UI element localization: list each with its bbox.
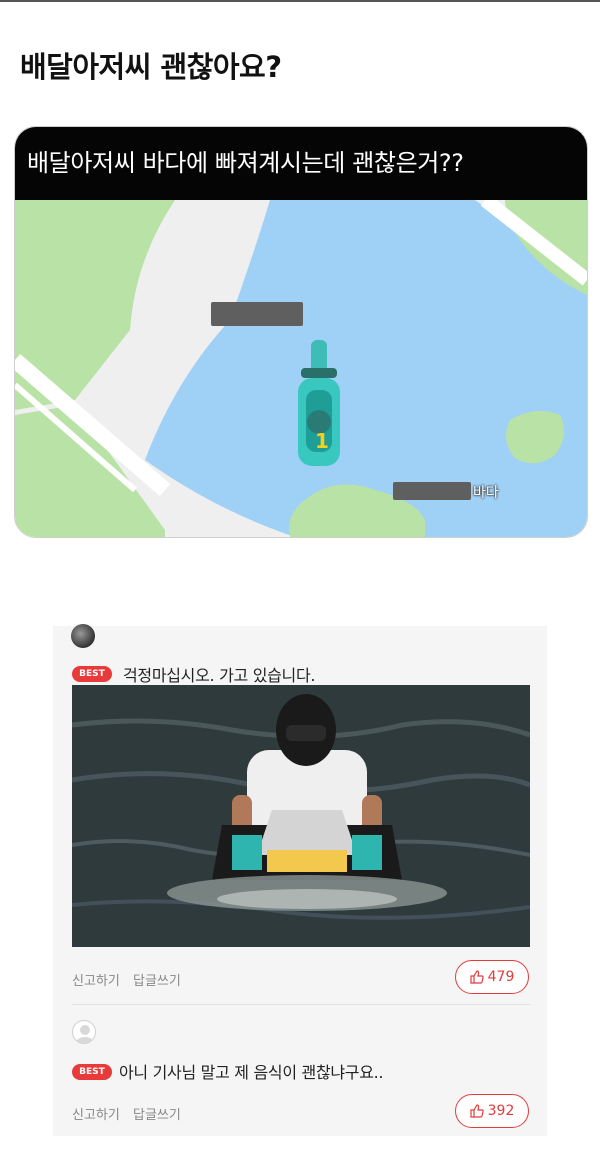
comment-section: BEST 걱정마십시오. 가고 있습니다. 신고하기 답글쓰기 479 BEST… xyxy=(53,624,547,1136)
map-meme-card: 배달아저씨 바다에 빠져계시는데 괜찮은거?? 1 바다 xyxy=(14,126,588,538)
like-count: 392 xyxy=(487,1103,515,1119)
avatar[interactable] xyxy=(71,624,95,648)
comment-divider xyxy=(72,1004,530,1005)
like-button[interactable]: 392 xyxy=(455,1094,529,1128)
reply-link[interactable]: 답글쓰기 xyxy=(133,1104,181,1123)
comment-text: 걱정마십시오. 가고 있습니다. xyxy=(123,666,316,685)
page-title: 배달아저씨 괜찮아요? xyxy=(20,50,282,84)
svg-text:1: 1 xyxy=(315,429,329,453)
report-link[interactable]: 신고하기 xyxy=(72,970,120,989)
sea-label: 바다 xyxy=(473,485,499,501)
delivery-map: 1 xyxy=(15,200,587,537)
comment-text: 아니 기사님 말고 제 음식이 괜찮냐구요.. xyxy=(119,1063,384,1082)
reply-link[interactable]: 답글쓰기 xyxy=(133,970,181,989)
report-link[interactable]: 신고하기 xyxy=(72,1104,120,1123)
like-count: 479 xyxy=(487,969,515,985)
map-caption: 배달아저씨 바다에 빠져계시는데 괜찮은거?? xyxy=(15,127,587,200)
comment-photo-rider-in-water xyxy=(72,685,530,947)
best-badge: BEST xyxy=(72,1064,112,1080)
top-divider xyxy=(0,0,600,2)
place-label-blurred-bottom xyxy=(393,482,471,500)
thumbs-up-icon xyxy=(470,970,484,984)
place-label-blurred-top xyxy=(211,302,303,326)
like-button[interactable]: 479 xyxy=(455,960,529,994)
default-avatar-icon[interactable] xyxy=(72,1020,96,1044)
thumbs-up-icon xyxy=(470,1104,484,1118)
best-badge: BEST xyxy=(72,666,112,682)
